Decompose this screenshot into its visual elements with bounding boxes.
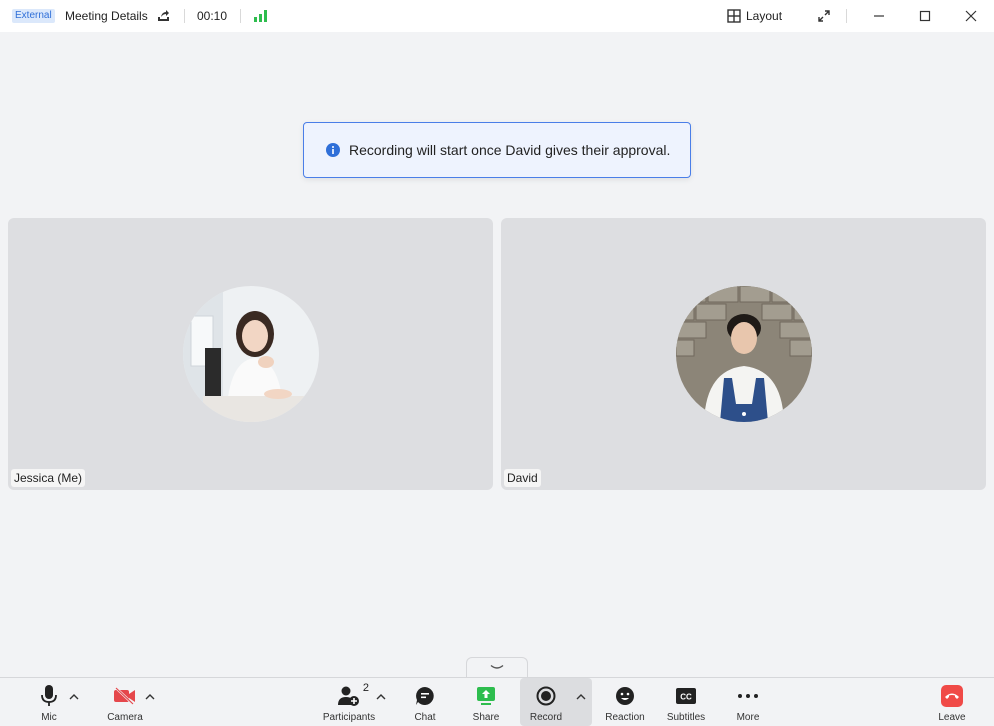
- share-link-icon[interactable]: [156, 9, 170, 23]
- close-button[interactable]: [961, 6, 981, 26]
- recording-approval-notification: Recording will start once David gives th…: [303, 122, 691, 178]
- more-dots-icon: [737, 685, 759, 707]
- svg-text:CC: CC: [680, 693, 692, 702]
- external-badge: External: [12, 9, 55, 23]
- record-button[interactable]: Record: [520, 678, 592, 726]
- participants-label: Participants: [322, 712, 376, 723]
- avatar-jessica: [183, 286, 319, 422]
- chevron-down-icon: [490, 659, 504, 677]
- participants-options-chevron-up-icon[interactable]: [376, 688, 386, 700]
- info-icon: [326, 143, 340, 157]
- video-tile-jessica[interactable]: Jessica (Me): [8, 218, 493, 490]
- title-bar: External Meeting Details 00:10 Layout: [0, 0, 994, 32]
- avatar-david: [676, 286, 812, 422]
- maximize-button[interactable]: [915, 6, 935, 26]
- notification-text: Recording will start once David gives th…: [349, 142, 671, 158]
- minimize-button[interactable]: [869, 6, 889, 26]
- smiley-icon: [614, 685, 636, 707]
- subtitles-button[interactable]: CC Subtitles: [663, 678, 709, 726]
- more-label: More: [736, 712, 760, 723]
- camera-label: Camera: [107, 712, 143, 723]
- share-label: Share: [472, 712, 500, 723]
- share-screen-icon: [475, 685, 497, 707]
- mic-label: Mic: [41, 712, 57, 723]
- chat-button[interactable]: Chat: [408, 678, 442, 726]
- hang-up-icon: [941, 685, 963, 707]
- signal-strength-icon[interactable]: [254, 9, 268, 22]
- meeting-toolbar: Mic Camera 2 Participants Chat Share Rec…: [0, 677, 994, 726]
- divider: [240, 9, 241, 23]
- microphone-icon: [38, 685, 60, 707]
- reaction-button[interactable]: Reaction: [602, 678, 648, 726]
- share-button[interactable]: Share: [469, 678, 503, 726]
- meeting-timer: 00:10: [197, 9, 228, 23]
- meeting-details-link[interactable]: Meeting Details: [65, 8, 148, 24]
- record-options-chevron-up-icon[interactable]: [576, 688, 586, 700]
- record-label: Record: [529, 712, 563, 723]
- camera-button[interactable]: Camera: [104, 678, 146, 726]
- participants-count: 2: [362, 682, 369, 694]
- mic-button[interactable]: Mic: [34, 678, 64, 726]
- mic-options-chevron-up-icon[interactable]: [69, 688, 79, 700]
- layout-button[interactable]: Layout: [727, 6, 782, 26]
- more-button[interactable]: More: [731, 678, 765, 726]
- participants-button[interactable]: 2 Participants: [320, 678, 378, 726]
- reaction-label: Reaction: [605, 712, 645, 723]
- participant-name-tag: David: [504, 469, 541, 487]
- participants-icon: 2: [338, 682, 369, 707]
- chat-bubble-icon: [414, 685, 436, 707]
- fullscreen-icon[interactable]: [817, 9, 831, 23]
- subtitles-label: Subtitles: [666, 712, 706, 723]
- divider: [846, 9, 847, 23]
- layout-label: Layout: [746, 9, 783, 23]
- video-tile-david[interactable]: David: [501, 218, 986, 490]
- camera-options-chevron-up-icon[interactable]: [145, 688, 155, 700]
- collapse-toolbar-toggle[interactable]: [466, 657, 528, 678]
- camera-off-icon: [114, 685, 136, 707]
- chat-label: Chat: [414, 712, 436, 723]
- leave-label: Leave: [938, 712, 966, 723]
- divider: [184, 9, 185, 23]
- closed-captions-icon: CC: [675, 685, 697, 707]
- record-icon: [535, 685, 557, 707]
- layout-grid-icon: [727, 9, 741, 23]
- leave-button[interactable]: Leave: [935, 678, 969, 726]
- participant-name-tag: Jessica (Me): [11, 469, 86, 487]
